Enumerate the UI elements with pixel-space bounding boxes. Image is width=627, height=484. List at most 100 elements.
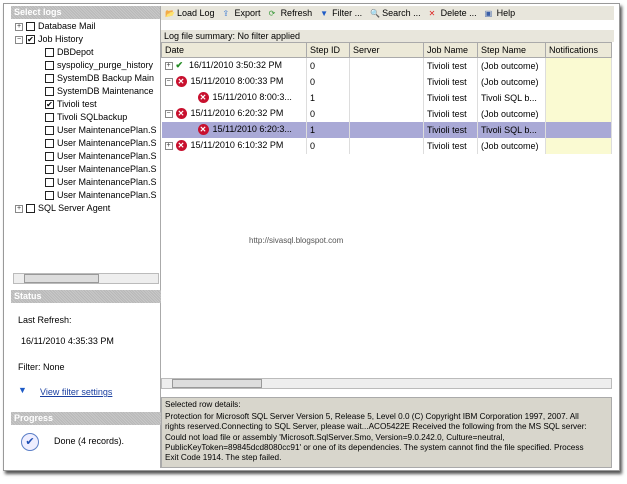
tree-item[interactable]: SystemDB Backup Main	[11, 72, 161, 85]
search-icon: 🔍	[370, 9, 381, 19]
export-icon: ⇪	[222, 9, 230, 19]
filter-icon: ▼	[320, 9, 328, 19]
toolbar-button-search[interactable]: 🔍 Search ...	[370, 8, 421, 18]
tree-item[interactable]: + Database Mail	[11, 20, 161, 33]
checkbox[interactable]	[45, 178, 54, 188]
tree-item[interactable]: User MaintenancePlan.S	[11, 150, 161, 163]
step-id-cell: 0	[306, 73, 350, 90]
checkbox[interactable]	[45, 139, 54, 149]
checkbox[interactable]	[45, 126, 54, 136]
checkbox[interactable]	[45, 113, 54, 123]
success-check-icon: ✔	[175, 60, 184, 71]
column-header-step-name[interactable]: Step Name	[477, 42, 546, 58]
date-cell: + ✔ 16/11/2010 3:50:32 PM	[161, 57, 307, 74]
tree-item-label: User MaintenancePlan.S	[57, 164, 157, 174]
tree-item[interactable]: User MaintenancePlan.S	[11, 189, 161, 202]
column-header-server[interactable]: Server	[349, 42, 424, 58]
checkbox[interactable]	[26, 22, 35, 32]
server-cell	[349, 105, 424, 122]
checkbox[interactable]	[45, 74, 54, 84]
job-name-cell: Tivioli test	[423, 73, 478, 90]
expand-icon[interactable]: +	[15, 204, 23, 213]
date-cell: ✕ 15/11/2010 6:20:3...	[161, 121, 307, 138]
column-header-job-name[interactable]: Job Name	[423, 42, 478, 58]
column-header-date[interactable]: Date	[161, 42, 307, 58]
checkbox[interactable]	[45, 165, 54, 175]
grid-horizontal-scrollbar[interactable]	[161, 378, 612, 389]
column-header-step-id[interactable]: Step ID	[306, 42, 350, 58]
step-name-cell: (Job outcome)	[477, 137, 546, 154]
checkbox[interactable]	[45, 87, 54, 97]
notifications-cell	[545, 105, 612, 122]
tree-item-label: SystemDB Backup Main	[57, 73, 155, 83]
toolbar-button-delete[interactable]: ✕ Delete ...	[429, 8, 477, 18]
tree-item[interactable]: User MaintenancePlan.S	[11, 137, 161, 150]
help-icon: ▣	[484, 9, 493, 19]
tree-item[interactable]: User MaintenancePlan.S	[11, 176, 161, 189]
right-panel: 📂 Load Log ⇪ Export ⟳ Refresh ▼ Filter ... 🔍 Sear…	[161, 6, 614, 468]
notifications-cell	[545, 137, 612, 154]
row-date: 15/11/2010 6:10:32 PM	[190, 139, 284, 150]
notifications-cell	[545, 121, 612, 138]
tree-item[interactable]: SystemDB Maintenance	[11, 85, 161, 98]
table-row[interactable]: ✕ 15/11/2010 6:20:3... 1 Tivioli test Tivoli…	[161, 121, 612, 138]
tree-item[interactable]: User MaintenancePlan.S	[11, 163, 161, 176]
filter-icon: ▼	[18, 385, 27, 395]
toolbar-button-filter[interactable]: ▼ Filter ...	[320, 8, 362, 18]
table-row[interactable]: ✕ 15/11/2010 8:00:3... 1 Tivioli test Tivoli…	[161, 89, 612, 106]
table-row[interactable]: + ✕ 15/11/2010 6:10:32 PM 0 Tivioli test (Job…	[161, 137, 612, 154]
server-cell	[349, 137, 424, 154]
error-icon: ✕	[175, 140, 187, 152]
tree-horizontal-scrollbar[interactable]	[13, 273, 159, 284]
notifications-cell	[545, 89, 612, 106]
delete-icon: ✕	[428, 9, 436, 19]
row-date: 15/11/2010 6:20:32 PM	[190, 107, 284, 118]
toolbar-button-loadlog[interactable]: 📂 Load Log	[165, 8, 215, 18]
tree-item[interactable]: User MaintenancePlan.S	[11, 124, 161, 137]
toolbar-label: Filter ...	[332, 7, 363, 18]
server-cell	[349, 89, 424, 106]
details-text: Protection for Microsoft SQL Server Vers…	[165, 412, 587, 463]
collapse-icon[interactable]: −	[15, 35, 23, 44]
row-date: 15/11/2010 8:00:3...	[212, 91, 292, 102]
tree-item[interactable]: − ✔ Job History	[11, 33, 161, 46]
toolbar-button-help[interactable]: ▣ Help	[485, 8, 516, 18]
tree-item[interactable]: + SQL Server Agent	[11, 202, 161, 215]
checkbox[interactable]	[45, 48, 54, 58]
table-row[interactable]: + ✔ 16/11/2010 3:50:32 PM 0 Tivioli test (Job…	[161, 57, 612, 74]
job-name-cell: Tivioli test	[423, 105, 478, 122]
tree-item[interactable]: syspolicy_purge_history	[11, 59, 161, 72]
job-name-cell: Tivioli test	[423, 57, 478, 74]
expand-icon[interactable]: +	[164, 141, 173, 150]
tree-item[interactable]: DBDepot	[11, 46, 161, 59]
tree-item[interactable]: ✔ Tivioli test	[11, 98, 161, 111]
error-icon: ✕	[197, 92, 209, 104]
step-name-cell: Tivoli SQL b...	[477, 121, 546, 138]
row-date: 15/11/2010 8:00:33 PM	[190, 75, 284, 86]
checkbox[interactable]	[45, 152, 54, 162]
toolbar-button-export[interactable]: ⇪ Export	[223, 8, 261, 18]
tree-item-label: Database Mail	[38, 21, 96, 31]
job-name-cell: Tivioli test	[423, 121, 478, 138]
tree-item[interactable]: Tivoli SQLbackup	[11, 111, 161, 124]
table-row[interactable]: − ✕ 15/11/2010 6:20:32 PM 0 Tivioli test (Job…	[161, 105, 612, 122]
view-filter-settings-link[interactable]: View filter settings	[40, 387, 112, 397]
checkbox[interactable]	[45, 61, 54, 71]
checkbox[interactable]	[26, 204, 35, 214]
log-file-viewer-window: Select logs + Database Mail − ✔ Job History D…	[3, 3, 620, 471]
folder-open-icon: 📂	[165, 9, 175, 19]
collapse-icon[interactable]: −	[164, 77, 173, 86]
toolbar-label: Refresh	[280, 7, 313, 18]
job-name-cell: Tivioli test	[423, 137, 478, 154]
expand-icon[interactable]: +	[15, 22, 23, 31]
column-header-notifications[interactable]: Notifications	[545, 42, 612, 58]
toolbar-button-refresh[interactable]: ⟳ Refresh	[269, 8, 313, 18]
table-row[interactable]: − ✕ 15/11/2010 8:00:33 PM 0 Tivioli test (Job…	[161, 73, 612, 90]
checkbox[interactable]: ✔	[45, 100, 54, 110]
checkbox[interactable]: ✔	[26, 35, 35, 45]
status-header: Status	[11, 290, 161, 303]
collapse-icon[interactable]: −	[164, 109, 173, 118]
expand-icon[interactable]: +	[164, 61, 173, 70]
date-cell: − ✕ 15/11/2010 8:00:33 PM	[161, 73, 307, 90]
checkbox[interactable]	[45, 191, 54, 201]
